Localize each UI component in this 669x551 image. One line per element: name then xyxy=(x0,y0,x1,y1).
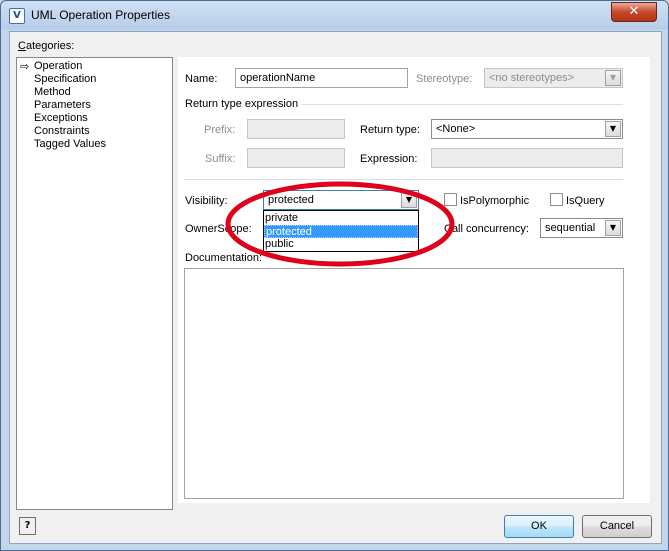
is-polymorphic-checkbox[interactable] xyxy=(444,193,457,206)
call-concurrency-select[interactable]: sequential ▼ xyxy=(540,218,623,238)
visio-app-icon: V xyxy=(9,8,25,24)
category-item-exceptions[interactable]: Exceptions xyxy=(34,112,88,125)
category-item-specification[interactable]: Specification xyxy=(34,73,96,86)
categories-label-accelerator: C xyxy=(18,40,26,52)
title-bar[interactable]: V UML Operation Properties ✕ xyxy=(1,1,669,31)
category-item-constraints[interactable]: Constraints xyxy=(34,125,90,138)
suffix-label: Suffix: xyxy=(205,153,236,165)
visibility-option-public[interactable]: public xyxy=(264,238,418,251)
expression-input xyxy=(431,148,623,168)
return-type-select[interactable]: <None> ▼ xyxy=(431,119,623,139)
chevron-down-icon[interactable]: ▼ xyxy=(605,220,621,236)
return-type-select-value: <None> xyxy=(436,123,476,135)
owner-scope-label: OwnerScope: xyxy=(185,223,252,235)
section-divider xyxy=(184,179,623,180)
close-button[interactable]: ✕ xyxy=(611,2,657,22)
is-polymorphic-label: IsPolymorphic xyxy=(460,195,530,207)
stereotype-label: Stereotype: xyxy=(416,73,473,85)
cancel-button[interactable]: Cancel xyxy=(582,515,652,538)
call-concurrency-label: Call concurrency: xyxy=(444,223,529,235)
name-label: Name: xyxy=(185,73,218,85)
categories-label: Categories: xyxy=(18,40,74,52)
is-query-checkbox[interactable] xyxy=(550,193,563,206)
visibility-option-protected[interactable]: protected xyxy=(264,225,418,238)
categories-label-text: ategories: xyxy=(25,40,75,52)
visibility-option-private[interactable]: private xyxy=(264,212,418,225)
chevron-down-icon[interactable]: ▼ xyxy=(605,121,621,137)
visibility-label: Visibility: xyxy=(185,195,228,207)
return-type-group-label: Return type expression xyxy=(185,98,299,110)
category-item-operation[interactable]: Operation xyxy=(34,60,82,73)
window-title: UML Operation Properties xyxy=(31,8,170,22)
name-input[interactable]: operationName xyxy=(235,68,408,88)
is-query-label: IsQuery xyxy=(566,195,605,207)
return-type-label: Return type: xyxy=(360,124,420,136)
prefix-label: Prefix: xyxy=(204,124,236,136)
suffix-input xyxy=(247,148,345,168)
visibility-select-value: protected xyxy=(268,194,314,206)
chevron-down-icon: ▼ xyxy=(605,70,621,86)
visibility-select[interactable]: protected ▼ xyxy=(263,190,419,210)
chevron-down-icon[interactable]: ▼ xyxy=(401,192,417,208)
prefix-input xyxy=(247,119,345,139)
visibility-dropdown-list[interactable]: private protected public xyxy=(263,210,419,252)
category-item-method[interactable]: Method xyxy=(34,86,71,99)
category-item-tagged-values[interactable]: Tagged Values xyxy=(34,138,106,151)
ok-button[interactable]: OK xyxy=(504,515,574,538)
call-concurrency-select-value: sequential xyxy=(545,222,596,234)
category-item-parameters[interactable]: Parameters xyxy=(34,99,91,112)
selected-category-arrow-icon: ⇨ xyxy=(20,60,30,73)
help-button[interactable]: ? xyxy=(19,517,36,535)
return-group-divider xyxy=(302,104,623,105)
expression-label: Expression: xyxy=(360,153,418,165)
stereotype-select-value: <no stereotypes> xyxy=(489,72,575,84)
stereotype-select: <no stereotypes> ▼ xyxy=(484,68,623,88)
documentation-label: Documentation: xyxy=(185,252,263,264)
categories-list[interactable]: ⇨ Operation Specification Method Paramet… xyxy=(16,57,173,510)
documentation-textarea[interactable] xyxy=(184,268,624,499)
